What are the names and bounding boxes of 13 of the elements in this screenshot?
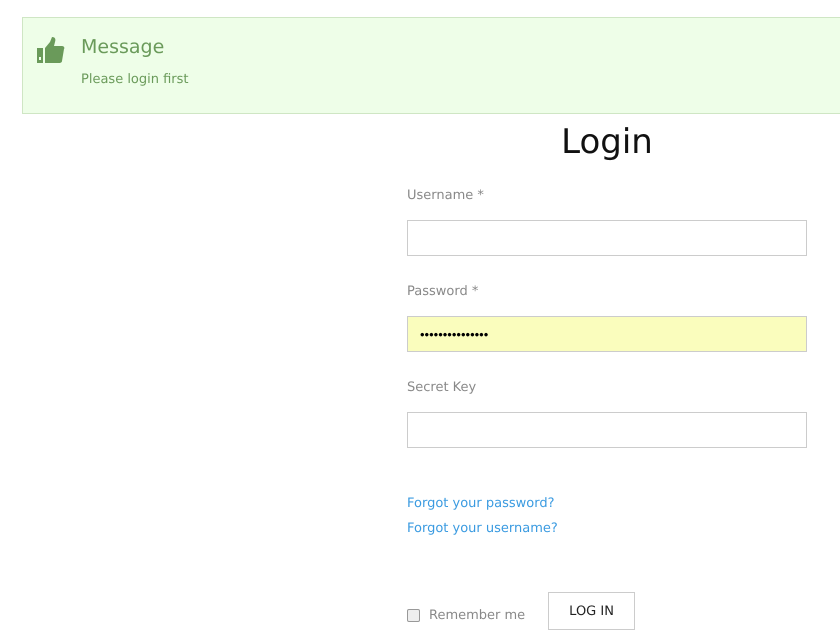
login-button[interactable]: LOG IN [548, 592, 635, 630]
message-title: Message [81, 36, 166, 58]
field-label: Secret Key [407, 380, 476, 395]
remember-label: Remember me [429, 608, 526, 622]
field-label: Username * [407, 188, 484, 203]
checkbox[interactable] [407, 608, 420, 622]
input-field[interactable] [407, 220, 807, 256]
input-field[interactable] [407, 412, 807, 448]
thumbs-up-icon [37, 37, 65, 63]
login-title: Login [561, 122, 653, 162]
message-text: Please login first [81, 72, 189, 87]
input-field[interactable]: ••••••••••••••• [407, 316, 807, 352]
field-label: Password * [407, 284, 478, 299]
